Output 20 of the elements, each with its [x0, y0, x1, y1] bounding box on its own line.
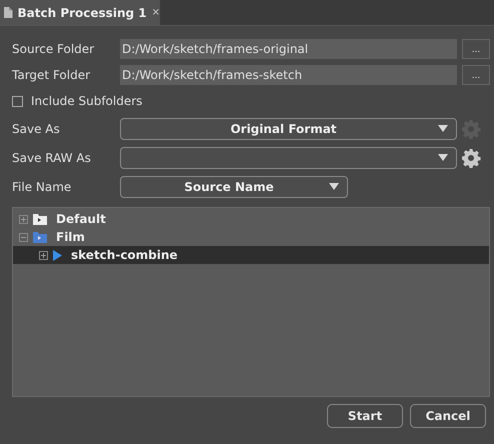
document-tab[interactable]: Batch Processing 1 ×: [0, 0, 160, 25]
tab-title: Batch Processing 1: [18, 6, 147, 20]
action-button[interactable]: Start: [327, 404, 403, 428]
browse-button[interactable]: ...: [462, 65, 490, 85]
format-dropdown[interactable]: Original Format: [120, 118, 457, 140]
folder-path-field[interactable]: D:/Work/sketch/frames-original: [120, 39, 457, 59]
field-label: File Name: [12, 180, 72, 194]
checkbox-label: Include Subfolders: [31, 94, 142, 108]
action-button[interactable]: Cancel: [410, 404, 486, 428]
tree-item[interactable]: sketch-combine: [13, 246, 489, 264]
field-label: Source Folder: [12, 42, 96, 56]
field-label: Save As: [12, 122, 61, 136]
tree-item[interactable]: Default: [13, 210, 489, 228]
browse-button[interactable]: ...: [462, 39, 490, 59]
tree-item[interactable]: Film: [13, 228, 489, 246]
field-label: Target Folder: [12, 68, 92, 82]
file-name-dropdown[interactable]: Source Name: [120, 176, 348, 198]
folder-path-field[interactable]: D:/Work/sketch/frames-sketch: [120, 65, 457, 85]
close-icon[interactable]: ×: [152, 7, 160, 18]
field-label: Save RAW As: [12, 150, 92, 164]
